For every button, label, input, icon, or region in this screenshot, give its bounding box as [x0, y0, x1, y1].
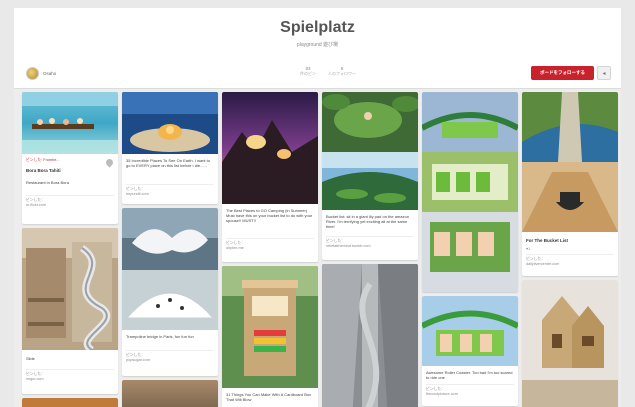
board-description: playground 遊び場 [296, 42, 339, 48]
pin-image[interactable] [522, 92, 618, 232]
pin-source[interactable]: ピンした： thecoolpicture.com [426, 384, 514, 397]
pin-card[interactable] [122, 380, 218, 407]
board-owner[interactable]: Osaho [26, 67, 56, 80]
pin-source-domain[interactable]: dailylivercenter.com [526, 262, 614, 267]
pin-image[interactable] [22, 228, 118, 350]
pin-card[interactable]: 35 Incredible Places To See On Earth. I … [122, 92, 218, 204]
pin-source[interactable]: ピンした： popsugar.com [126, 350, 214, 363]
pin-source-domain[interactable]: reliefatthemind.tumblr.com [326, 244, 414, 249]
pin-count-label: 件のピン [300, 71, 316, 76]
pin-card[interactable]: For The Bucket List ♥1 ピンした： dailyliverc… [522, 92, 618, 276]
pin-card[interactable] [422, 92, 518, 292]
pin-count-stat[interactable]: 93 件のピン [293, 66, 323, 77]
pin-image[interactable] [422, 296, 518, 366]
pin-card[interactable]: Slide ピンした： imgur.com [22, 228, 118, 394]
pin-description: 35 Incredible Places To See On Earth. I … [126, 158, 210, 168]
pin-image[interactable] [122, 380, 218, 407]
follow-board-button[interactable]: ボードをフォローする [531, 66, 594, 80]
pin-card[interactable]: ピンした: Fromhe... Bora Bora Tahiti Restaur… [22, 92, 118, 224]
pin-card[interactable]: Awesome Roller Coaster. Too bad I'm too … [422, 296, 518, 406]
pin-description: Bucket list: sit in a giant lily pad on … [326, 214, 409, 229]
pin-source-domain[interactable]: ohpine.me [226, 246, 314, 251]
pin-card[interactable] [22, 398, 118, 407]
pin-description: 31 Things You Can Make With A Cardboard … [226, 392, 312, 402]
pin-card[interactable]: The Best Places to GO Camping (in Summer… [222, 92, 318, 262]
pin-image[interactable] [122, 92, 218, 154]
pin-card[interactable] [522, 280, 618, 407]
board-header: Spielplatz playground 遊び場 Osaho 93 件のピン … [14, 8, 621, 89]
board-title: Spielplatz [280, 19, 355, 36]
pin-source-domain[interactable]: imgur.com [26, 377, 114, 382]
pin-source[interactable]: ピンした： enpundit.com [126, 184, 214, 197]
pin-card[interactable]: 31 Things You Can Make With A Cardboard … [222, 266, 318, 407]
pin-description: Restaurant in Bora Bora [26, 180, 69, 185]
pin-source-domain[interactable]: thecoolpicture.com [426, 392, 514, 397]
pin-card[interactable]: Trampoline bridge in Paris, fun fun fun … [122, 208, 218, 376]
pin-source[interactable]: ピンした： m.flickr.com [26, 195, 114, 208]
pin-image[interactable] [222, 266, 318, 388]
pin-source-domain[interactable]: m.flickr.com [26, 203, 114, 208]
pin-card[interactable]: Bucket list: sit in a giant lily pad on … [322, 92, 418, 260]
pin-description: Awesome Roller Coaster. Too bad I'm too … [426, 370, 513, 380]
send-button[interactable]: ◂ [597, 66, 611, 80]
pin-description: Slide [26, 356, 35, 361]
pin-image[interactable] [322, 92, 418, 210]
pin-source[interactable]: ピンした： ohpine.me [226, 238, 314, 251]
location-pin-icon [104, 157, 115, 168]
pin-source[interactable]: ピンした： reliefatthemind.tumblr.com [326, 236, 414, 249]
pin-source[interactable]: ピンした： imgur.com [26, 369, 114, 382]
pin-title[interactable]: For The Bucket List [526, 238, 568, 243]
follower-count-stat[interactable]: 6 人のフォロワー [327, 66, 357, 77]
pin-image[interactable] [222, 92, 318, 204]
pin-image[interactable] [22, 92, 118, 154]
pin-meta: ♥1 [526, 247, 531, 251]
pin-description: Trampoline bridge in Paris, fun fun fun [126, 334, 194, 339]
pin-image[interactable] [322, 264, 418, 407]
pin-description: The Best Places to GO Camping (in Summer… [226, 208, 313, 223]
pin-meta: ピンした: Fromhe... [26, 158, 60, 162]
pin-image[interactable] [522, 280, 618, 407]
owner-name[interactable]: Osaho [43, 71, 56, 76]
board-page: Spielplatz playground 遊び場 Osaho 93 件のピン … [14, 8, 621, 407]
pin-source-domain[interactable]: popsugar.com [126, 358, 214, 363]
avatar[interactable] [26, 67, 39, 80]
pin-source-domain[interactable]: enpundit.com [126, 192, 214, 197]
pin-image[interactable] [122, 208, 218, 330]
follower-count-label: 人のフォロワー [328, 71, 356, 76]
pin-source[interactable]: ピンした： dailylivercenter.com [526, 254, 614, 267]
pin-card[interactable] [322, 264, 418, 407]
pin-image[interactable] [22, 398, 118, 407]
pin-image[interactable] [422, 92, 518, 292]
send-icon: ◂ [602, 70, 606, 77]
pin-title[interactable]: Bora Bora Tahiti [26, 168, 61, 173]
